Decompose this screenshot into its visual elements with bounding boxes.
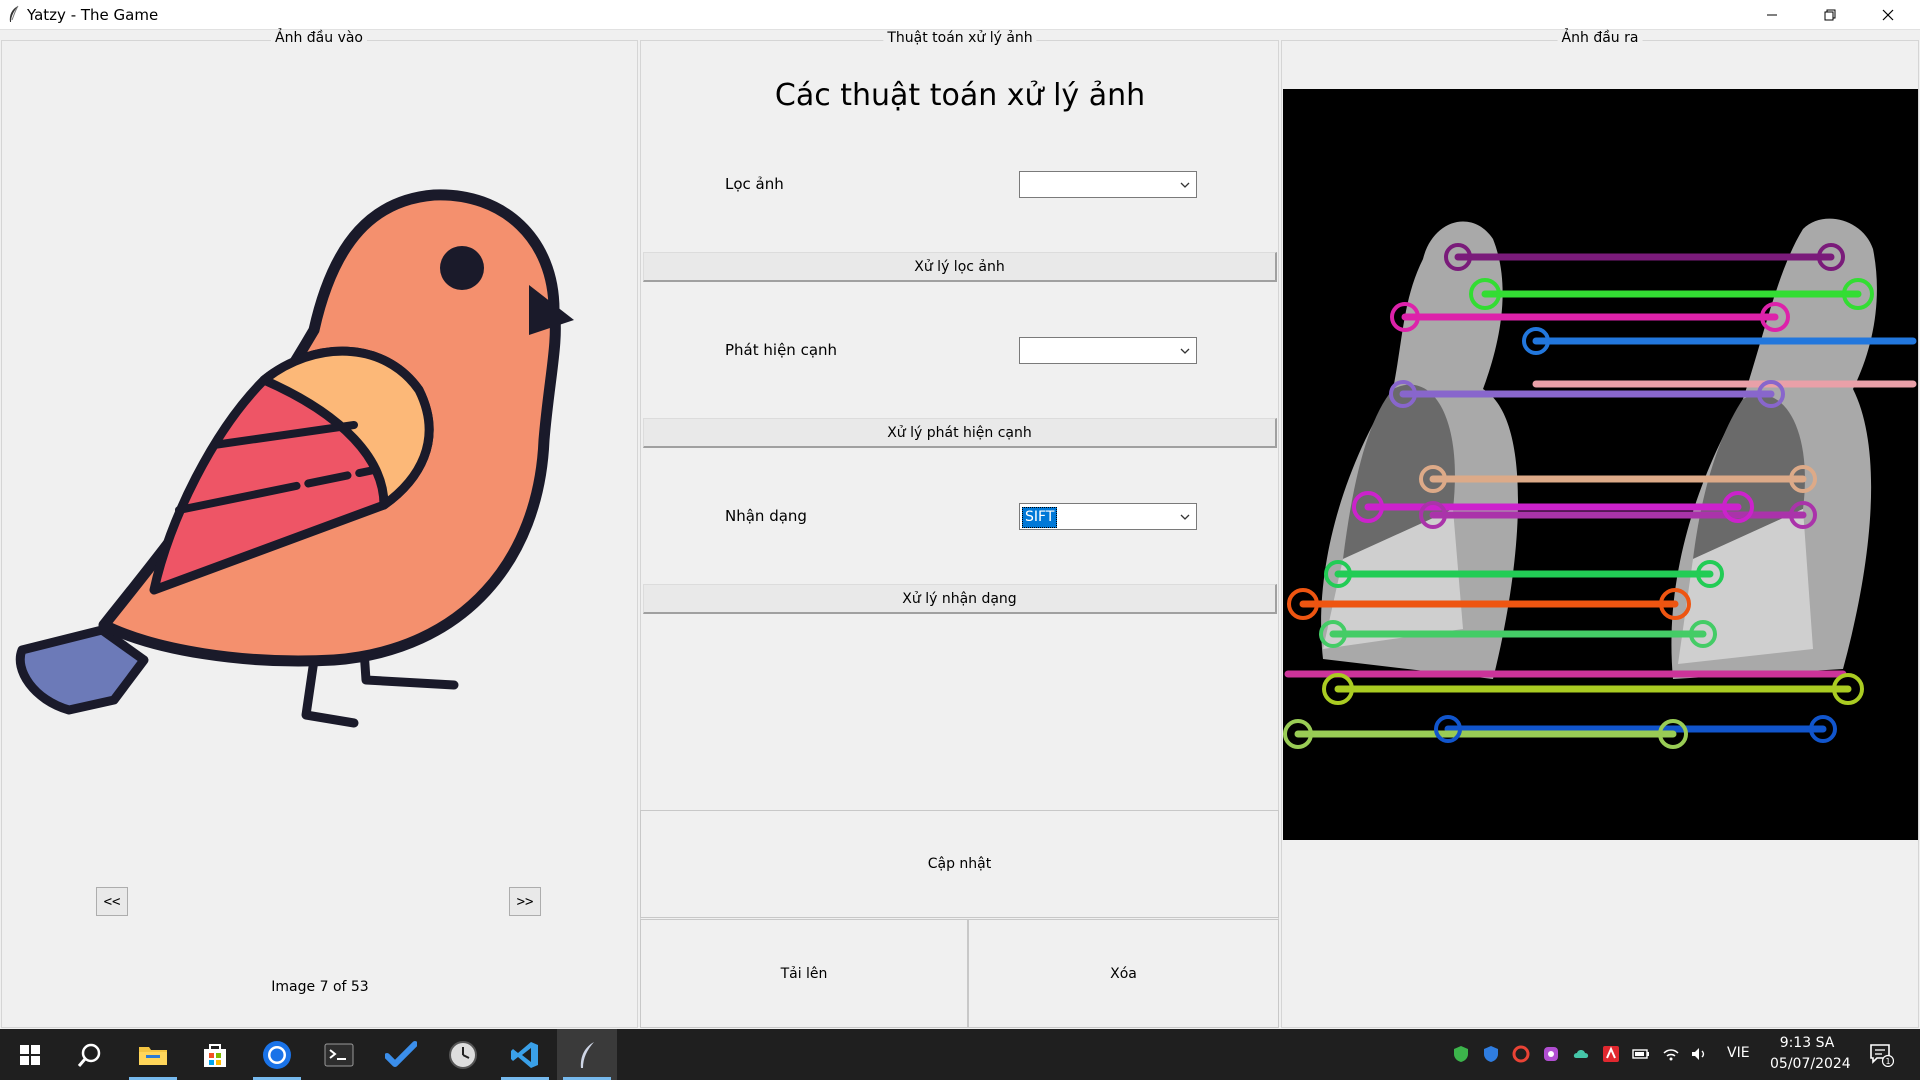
notification-count: 1 [1885,1057,1890,1066]
google-icon[interactable] [1512,1045,1530,1063]
filter-label: Lọc ảnh [725,175,784,193]
edge-detection-process-button[interactable]: Xử lý phát hiện cạnh [643,418,1277,448]
edge-detection-label: Phát hiện cạnh [725,341,838,359]
delete-button[interactable]: Xóa [968,919,1279,1028]
notification-icon[interactable]: 1 [1868,1041,1894,1067]
upload-button[interactable]: Tải lên [640,919,968,1028]
volume-icon[interactable] [1690,1045,1708,1063]
system-clock[interactable]: 9:13 SA 05/07/2024 [1770,1033,1851,1075]
output-frame-label: Ảnh đầu ra [1557,30,1643,46]
terminal-icon [324,1043,354,1066]
microsoft-store-icon [204,1043,226,1067]
recognition-select-value: SIFT [1022,507,1058,528]
camera-app-icon[interactable] [1542,1045,1560,1063]
page-title: Các thuật toán xử lý ảnh [774,78,1146,113]
todo-icon [385,1040,417,1067]
defender-icon[interactable] [1482,1045,1500,1063]
close-icon [1882,9,1894,20]
wifi-icon[interactable] [1662,1045,1680,1063]
restore-icon [1824,9,1836,20]
filter-process-button[interactable]: Xử lý lọc ảnh [643,252,1277,282]
algorithms-frame-label: Thuật toán xử lý ảnh [883,30,1037,46]
chevron-down-icon [1180,348,1190,354]
language-indicator[interactable]: VIE [1727,1045,1750,1061]
taskbar-todo[interactable] [371,1029,431,1080]
image-counter: Image 7 of 53 [271,979,369,995]
feather-app-icon [9,5,19,22]
chevron-down-icon [1180,182,1190,188]
python-feather-icon [580,1041,594,1068]
windows-start-icon [20,1044,40,1065]
taskbar-terminal[interactable] [309,1029,369,1080]
search-icon [77,1043,101,1067]
taskbar-search-button[interactable] [60,1029,120,1080]
minimize-icon [1767,14,1777,15]
minimize-button[interactable] [1743,0,1801,29]
battery-icon[interactable] [1632,1045,1650,1063]
clock-app-icon [449,1040,477,1069]
close-button[interactable] [1859,0,1917,29]
taskbar-vscode[interactable] [495,1029,555,1080]
filter-select[interactable] [1019,171,1197,198]
security-shield-icon[interactable] [1452,1045,1470,1063]
file-explorer-icon [139,1046,167,1065]
window-title: Yatzy - The Game [27,6,159,24]
restore-button[interactable] [1801,0,1859,29]
chrome-icon [263,1040,291,1069]
recognition-select[interactable]: SIFT [1019,503,1197,530]
input-bird-image [15,189,574,728]
adobe-icon[interactable] [1602,1045,1620,1063]
previous-image-button[interactable]: << [96,887,128,916]
taskbar-file-explorer[interactable] [123,1029,183,1080]
output-sift-match-image [1283,89,1918,840]
clock-date: 05/07/2024 [1770,1056,1851,1072]
vscode-icon [511,1041,538,1068]
cloud-sync-icon[interactable] [1572,1045,1590,1063]
recognition-process-button[interactable]: Xử lý nhận dạng [643,584,1277,614]
edge-detection-select[interactable] [1019,337,1197,364]
start-button[interactable] [0,1029,60,1080]
next-image-button[interactable]: >> [509,887,541,916]
taskbar-microsoft-store[interactable] [185,1029,245,1080]
recognition-label: Nhận dạng [725,507,807,525]
taskbar-chrome[interactable] [247,1029,307,1080]
taskbar-python-app[interactable] [557,1029,617,1080]
update-button[interactable]: Cập nhật [640,810,1279,918]
input-frame-label: Ảnh đầu vào [271,30,367,46]
taskbar-clock-app[interactable] [433,1029,493,1080]
title-bar: Yatzy - The Game [0,0,1920,30]
clock-time: 9:13 SA [1779,1035,1835,1051]
chevron-down-icon [1180,514,1190,520]
